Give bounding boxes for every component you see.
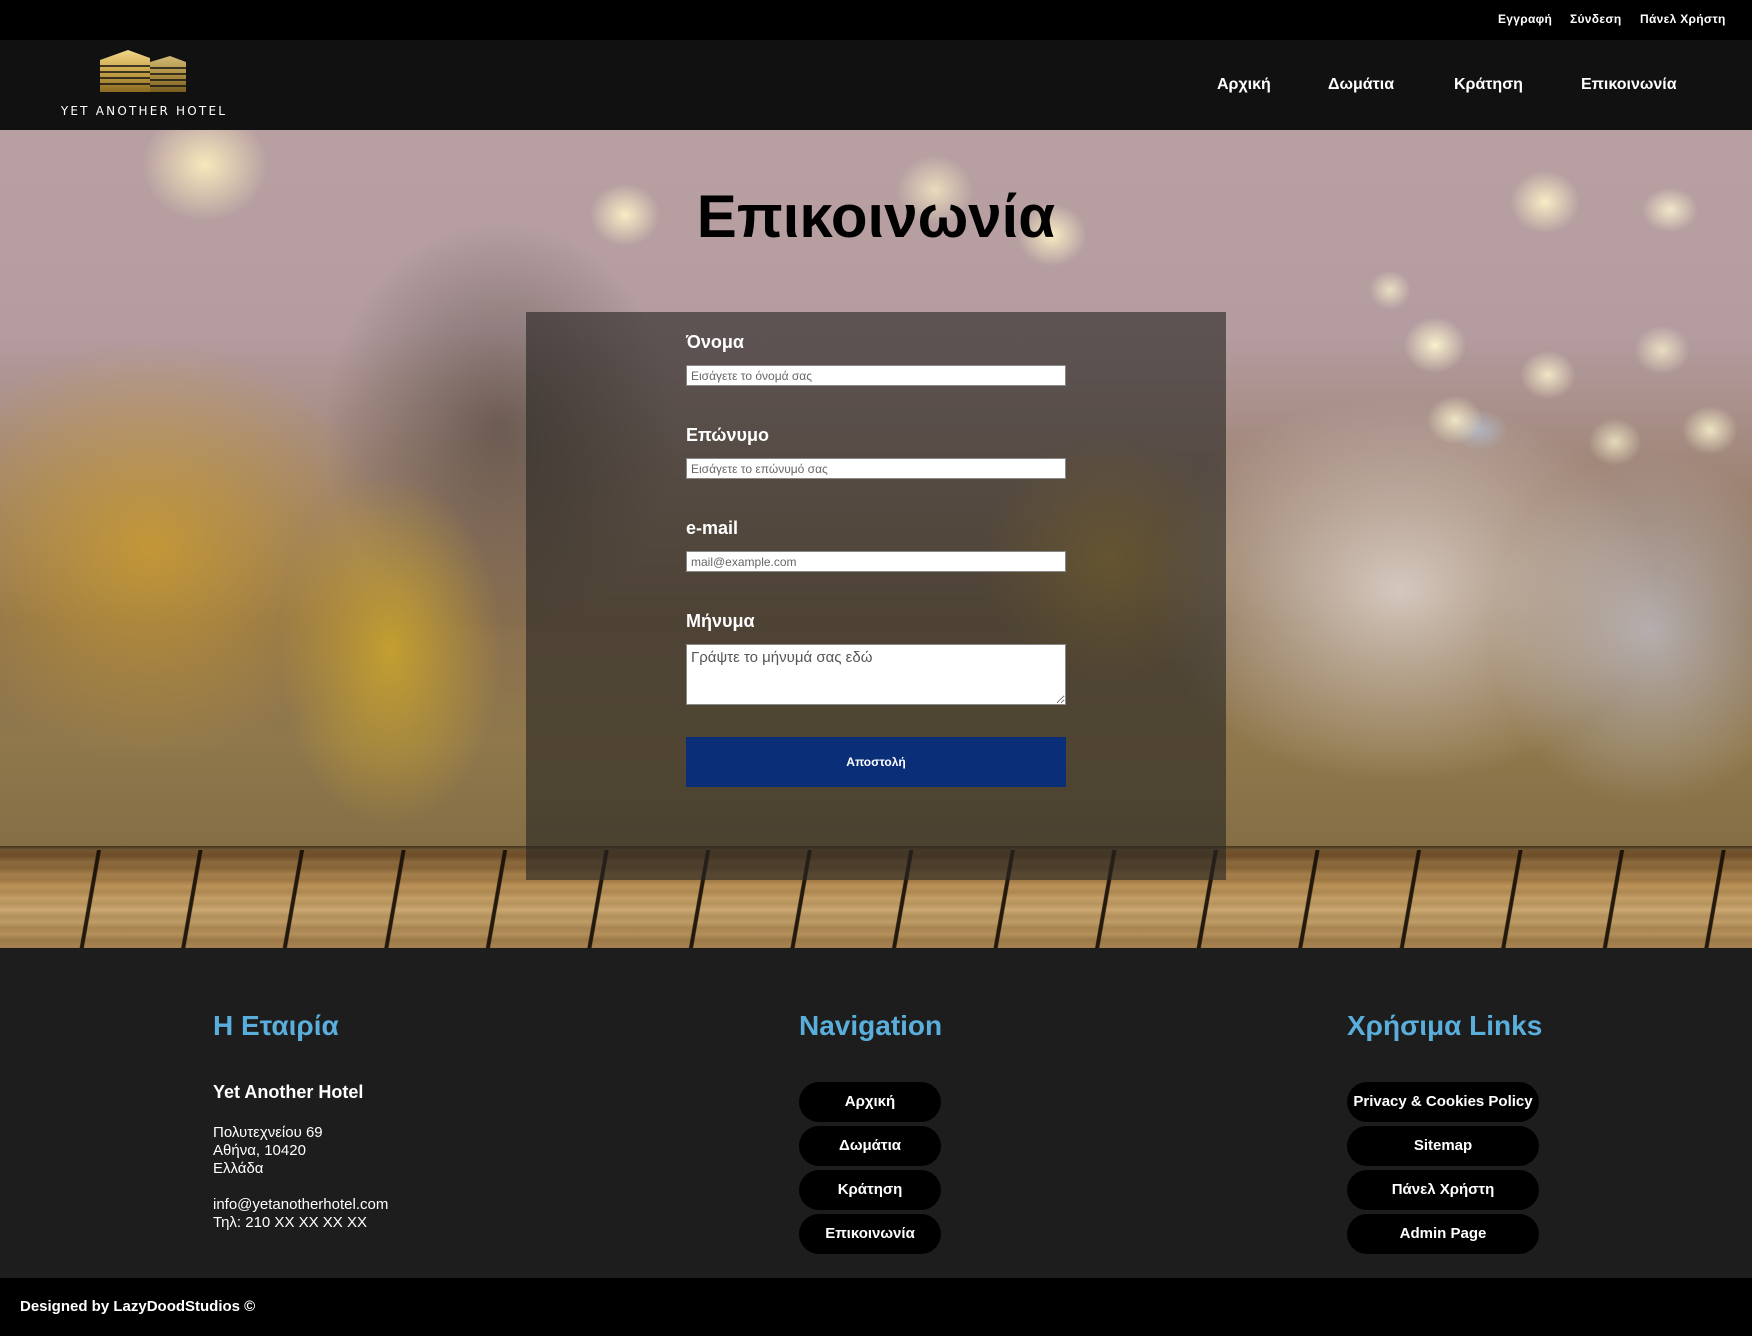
useful-links-heading: Χρήσιμα Links	[1347, 1010, 1543, 1041]
designer-credit: Designed by LazyDoodStudios ©	[20, 1298, 256, 1315]
last-name-input[interactable]	[686, 458, 1066, 479]
contact-form: Όνομα Επώνυμο e-mail Μήνυμα Αποστολή	[526, 312, 1226, 880]
footer-nav-home[interactable]: Αρχική	[799, 1082, 941, 1122]
company-heading: Η Εταιρία	[213, 1010, 339, 1041]
register-link[interactable]: Εγγραφή	[1498, 12, 1552, 26]
submit-button[interactable]: Αποστολή	[686, 737, 1066, 787]
user-panel-link[interactable]: Πάνελ Χρήστη	[1640, 12, 1726, 26]
bottom-bar: Designed by LazyDoodStudios ©	[0, 1278, 1752, 1336]
nav-item-rooms[interactable]: Δωμάτια	[1328, 76, 1394, 94]
footer-nav-rooms[interactable]: Δωμάτια	[799, 1126, 941, 1166]
company-address-line1: Πολυτεχνείου 69	[213, 1124, 323, 1141]
company-address-line2: Αθήνα, 10420	[213, 1142, 306, 1159]
nav-item-home[interactable]: Αρχική	[1217, 76, 1271, 94]
hotel-building-icon	[100, 50, 186, 92]
hotel-logo[interactable]: YET ANOTHER HOTEL	[58, 50, 230, 120]
message-label: Μήνυμα	[686, 611, 755, 631]
nav-item-contact[interactable]: Επικοινωνία	[1581, 76, 1677, 94]
admin-page-link[interactable]: Admin Page	[1347, 1214, 1539, 1254]
top-utility-bar: Εγγραφή Σύνδεση Πάνελ Χρήστη	[0, 0, 1752, 40]
company-phone: Τηλ: 210 XX XX XX XX	[213, 1214, 367, 1231]
user-panel-footer-link[interactable]: Πάνελ Χρήστη	[1347, 1170, 1539, 1210]
first-name-label: Όνομα	[686, 332, 744, 352]
site-footer: Η Εταιρία Yet Another Hotel Πολυτεχνείου…	[0, 948, 1752, 1278]
page-title: Επικοινωνία	[696, 183, 1056, 250]
navigation-heading: Navigation	[799, 1010, 943, 1041]
sitemap-link[interactable]: Sitemap	[1347, 1126, 1539, 1166]
company-address-line3: Ελλάδα	[213, 1160, 264, 1177]
footer-nav-booking[interactable]: Κράτηση	[799, 1170, 941, 1210]
first-name-input[interactable]	[686, 365, 1066, 386]
brand-name: YET ANOTHER HOTEL	[60, 104, 228, 118]
hero-section: Επικοινωνία Όνομα Επώνυμο e-mail Μήνυμα …	[0, 130, 1752, 948]
login-link[interactable]: Σύνδεση	[1570, 12, 1621, 26]
message-textarea[interactable]	[686, 644, 1066, 705]
privacy-policy-link[interactable]: Privacy & Cookies Policy	[1347, 1082, 1539, 1122]
company-email: info@yetanotherhotel.com	[213, 1196, 389, 1213]
last-name-label: Επώνυμο	[686, 425, 769, 445]
company-name: Yet Another Hotel	[213, 1082, 364, 1102]
email-label: e-mail	[686, 518, 739, 538]
footer-nav-contact[interactable]: Επικοινωνία	[799, 1214, 941, 1254]
site-header: YET ANOTHER HOTEL Αρχική Δωμάτια Κράτηση…	[0, 40, 1752, 130]
email-input[interactable]	[686, 551, 1066, 572]
nav-item-booking[interactable]: Κράτηση	[1454, 76, 1523, 94]
